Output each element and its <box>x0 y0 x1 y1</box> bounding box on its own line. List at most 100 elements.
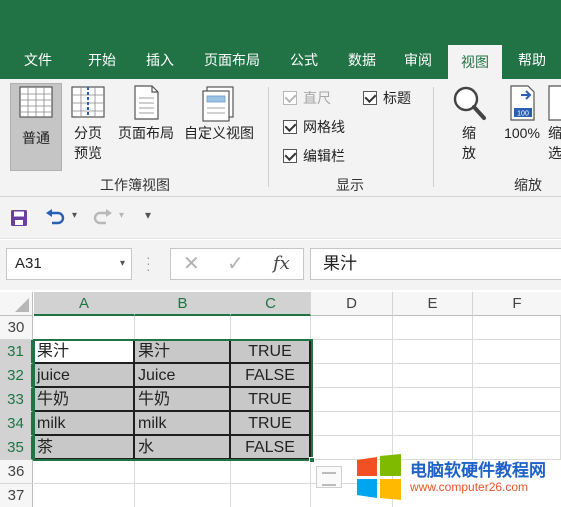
quick-analysis-icon[interactable] <box>316 466 342 488</box>
row-header[interactable]: 34 <box>0 412 33 436</box>
fill-handle[interactable] <box>309 457 315 463</box>
cell-a31[interactable]: 果汁 <box>34 340 135 364</box>
row-header[interactable]: 35 <box>0 436 33 460</box>
column-header-e[interactable]: E <box>393 292 473 316</box>
custom-views-button[interactable]: 自定义视图 <box>180 83 258 143</box>
normal-view-button[interactable]: 普通 <box>10 83 62 171</box>
cell-b32[interactable]: Juice <box>135 364 231 388</box>
row-header[interactable]: 33 <box>0 388 33 412</box>
cell-f33[interactable] <box>473 388 561 412</box>
cell-b36[interactable] <box>135 460 231 484</box>
zoom-100-icon-text: 100 <box>517 111 529 118</box>
cell-a33[interactable]: 牛奶 <box>34 388 135 412</box>
show-group-label: 显示 <box>336 177 364 193</box>
cell-c34[interactable]: TRUE <box>231 412 311 436</box>
row-header[interactable]: 36 <box>0 460 33 484</box>
cell-f31[interactable] <box>473 340 561 364</box>
normal-view-icon <box>19 86 53 118</box>
tab-file[interactable]: 文件 <box>8 42 68 79</box>
customize-toolbar-icon[interactable]: ▾ <box>145 208 151 222</box>
cell-b37[interactable] <box>135 484 231 507</box>
column-header-f[interactable]: F <box>473 292 561 316</box>
cell-a35[interactable]: 茶 <box>34 436 135 460</box>
cell-b35[interactable]: 水 <box>135 436 231 460</box>
cell-d33[interactable] <box>311 388 393 412</box>
cell-f30[interactable] <box>473 316 561 340</box>
cell-a30[interactable] <box>34 316 135 340</box>
zoom-to-selection-icon <box>548 85 561 121</box>
zoom-to-selection-label-1: 缩 <box>548 125 561 141</box>
cell-c31[interactable]: TRUE <box>231 340 311 364</box>
zoom-100-icon: 100 <box>510 85 535 121</box>
cell-d34[interactable] <box>311 412 393 436</box>
name-box[interactable]: A31 ▾ <box>6 248 132 280</box>
row-header[interactable]: 30 <box>0 316 33 340</box>
zoom-button[interactable]: 缩 放 <box>446 83 492 163</box>
tab-review[interactable]: 审阅 <box>390 42 446 79</box>
tab-home[interactable]: 开始 <box>72 42 132 79</box>
tab-insert[interactable]: 插入 <box>132 42 188 79</box>
watermark-title: 电脑软硬件教程网 <box>410 461 546 480</box>
cell-f32[interactable] <box>473 364 561 388</box>
cell-f34[interactable] <box>473 412 561 436</box>
select-all-corner[interactable] <box>0 292 33 316</box>
name-box-dropdown-icon[interactable]: ▾ <box>120 249 125 279</box>
cell-b33[interactable]: 牛奶 <box>135 388 231 412</box>
column-header-d[interactable]: D <box>311 292 393 316</box>
cell-c33[interactable]: TRUE <box>231 388 311 412</box>
cell-e33[interactable] <box>393 388 473 412</box>
cell-d32[interactable] <box>311 364 393 388</box>
ribbon-separator <box>268 87 269 187</box>
enter-icon[interactable]: ✓ <box>227 251 244 276</box>
cell-a37[interactable] <box>34 484 135 507</box>
row-header[interactable]: 37 <box>0 484 33 507</box>
cell-d31[interactable] <box>311 340 393 364</box>
cell-b31[interactable]: 果汁 <box>135 340 231 364</box>
cell-e30[interactable] <box>393 316 473 340</box>
cell-a32[interactable]: juice <box>34 364 135 388</box>
cell-e31[interactable] <box>393 340 473 364</box>
name-box-value: A31 <box>15 255 42 272</box>
column-header-c[interactable]: C <box>231 292 311 316</box>
cell-d30[interactable] <box>311 316 393 340</box>
column-header-a[interactable]: A <box>34 292 135 316</box>
tab-formulas[interactable]: 公式 <box>276 42 332 79</box>
row-header[interactable]: 32 <box>0 364 33 388</box>
ruler-label: 直尺 <box>303 90 331 106</box>
gridlines-checkbox[interactable]: 网格线 <box>283 117 345 137</box>
cell-e34[interactable] <box>393 412 473 436</box>
redo-icon[interactable] <box>92 208 114 228</box>
page-break-preview-button[interactable]: 分页 预览 <box>66 83 110 163</box>
undo-icon[interactable] <box>44 208 66 228</box>
page-layout-button[interactable]: 页面布局 <box>114 83 178 143</box>
undo-dropdown-icon[interactable]: ▾ <box>72 210 77 221</box>
tab-page-layout[interactable]: 页面布局 <box>192 42 272 79</box>
zoom-to-selection-button[interactable]: 缩 选 <box>545 83 561 163</box>
cell-c32[interactable]: FALSE <box>231 364 311 388</box>
cell-c35[interactable]: FALSE <box>231 436 311 460</box>
cell-c37[interactable] <box>231 484 311 507</box>
cell-b34[interactable]: milk <box>135 412 231 436</box>
cell-e32[interactable] <box>393 364 473 388</box>
cell-b30[interactable] <box>135 316 231 340</box>
row-header[interactable]: 31 <box>0 340 33 364</box>
tab-view[interactable]: 视图 <box>448 45 502 79</box>
formula-input[interactable]: 果汁 <box>310 248 561 280</box>
tab-help[interactable]: 帮助 <box>506 42 558 79</box>
redo-dropdown-icon[interactable]: ▾ <box>119 210 124 221</box>
cancel-icon[interactable]: ✕ <box>183 251 200 276</box>
ruler-checkbox[interactable]: 直尺 <box>283 88 331 108</box>
formula-bar-checkbox[interactable]: 编辑栏 <box>283 146 345 166</box>
zoom-100-button[interactable]: 100 100% <box>497 83 547 143</box>
cell-a36[interactable] <box>34 460 135 484</box>
save-icon[interactable] <box>10 209 28 227</box>
resize-handle-icon[interactable]: · · · <box>146 250 151 276</box>
tab-data[interactable]: 数据 <box>334 42 390 79</box>
formula-bar-check-icon <box>283 149 297 163</box>
insert-function-icon[interactable]: fx <box>273 253 290 274</box>
headings-checkbox[interactable]: 标题 <box>363 88 411 108</box>
cell-a34[interactable]: milk <box>34 412 135 436</box>
cell-c30[interactable] <box>231 316 311 340</box>
cell-c36[interactable] <box>231 460 311 484</box>
column-header-b[interactable]: B <box>135 292 231 316</box>
